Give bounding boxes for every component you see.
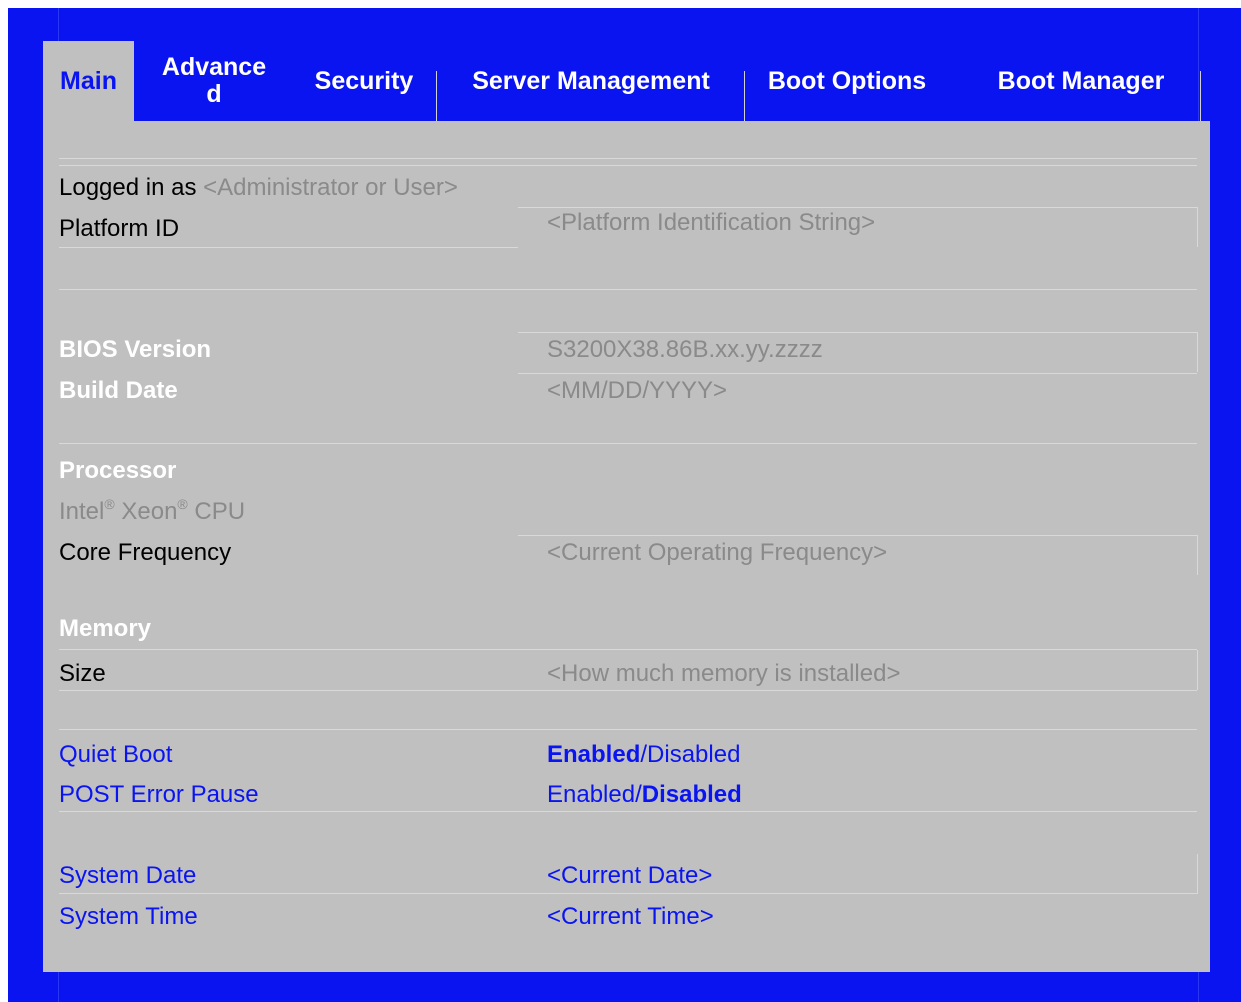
bios-frame: Main Advance d Security Server Managemen… bbox=[8, 8, 1241, 1002]
quiet-boot-row[interactable]: Quiet Boot Enabled/Disabled bbox=[59, 737, 1199, 773]
cpu-model-part: Intel bbox=[59, 498, 105, 525]
platform-id-row: Platform ID <Platform Identification Str… bbox=[59, 209, 1199, 247]
memory-size-label: Size bbox=[59, 660, 106, 687]
memory-size-value: <How much memory is installed> bbox=[547, 660, 901, 687]
cpu-model-part: CPU bbox=[187, 498, 246, 525]
divider bbox=[59, 729, 1197, 730]
core-frequency-row: Core Frequency <Current Operating Freque… bbox=[59, 535, 1199, 571]
tab-boot-manager[interactable]: Boot Manager bbox=[968, 41, 1194, 121]
system-time-label[interactable]: System Time bbox=[59, 899, 198, 935]
bios-version-value: S3200X38.86B.xx.yy.zzzz bbox=[547, 336, 823, 363]
build-date-row: Build Date <MM/DD/YYYY> bbox=[59, 373, 1199, 409]
tab-server-management[interactable]: Server Management bbox=[444, 41, 738, 121]
divider bbox=[59, 247, 518, 248]
quiet-boot-enabled-option[interactable]: Enabled bbox=[547, 741, 640, 768]
tab-security-label: Security bbox=[314, 66, 414, 95]
post-error-pause-row[interactable]: POST Error Pause Enabled/Disabled bbox=[59, 777, 1199, 813]
quiet-boot-label[interactable]: Quiet Boot bbox=[59, 737, 172, 773]
logged-in-row: Logged in as <Administrator or User> bbox=[59, 170, 1199, 206]
platform-id-label: Platform ID bbox=[59, 215, 180, 242]
cpu-model: Intel® Xeon® CPU bbox=[59, 494, 245, 530]
build-date-label: Build Date bbox=[59, 377, 178, 404]
platform-id-value: <Platform Identification String> bbox=[547, 209, 876, 236]
system-time-row[interactable]: System Time <Current Time> bbox=[59, 899, 1199, 935]
tab-server-management-label: Server Management bbox=[472, 66, 710, 95]
tab-advanced-label: Advance d bbox=[161, 53, 267, 108]
cpu-model-row: Intel® Xeon® CPU bbox=[59, 494, 1199, 530]
bios-version-row: BIOS Version S3200X38.86B.xx.yy.zzzz bbox=[59, 332, 1199, 368]
system-time-value[interactable]: <Current Time> bbox=[547, 899, 714, 935]
logged-in-label: Logged in as <Administrator or User> bbox=[59, 170, 458, 206]
bios-version-label: BIOS Version bbox=[59, 336, 212, 363]
tab-boot-options-label: Boot Options bbox=[767, 66, 927, 95]
tab-advanced[interactable]: Advance d bbox=[154, 41, 274, 121]
main-panel: Logged in as <Administrator or User> Pla… bbox=[43, 121, 1210, 972]
option-separator: / bbox=[635, 781, 642, 808]
memory-heading-row: Memory bbox=[59, 611, 1199, 647]
core-frequency-value: <Current Operating Frequency> bbox=[547, 539, 888, 566]
cpu-model-part: Xeon bbox=[114, 498, 178, 525]
divider bbox=[59, 443, 1197, 444]
system-date-value[interactable]: <Current Date> bbox=[547, 858, 712, 894]
tab-security[interactable]: Security bbox=[294, 41, 434, 121]
tab-separator bbox=[1200, 71, 1201, 121]
memory-size-row: Size <How much memory is installed> bbox=[59, 656, 1199, 692]
logged-in-label-text: Logged in as bbox=[59, 174, 197, 201]
tab-main-label: Main bbox=[60, 66, 117, 95]
tab-boot-options[interactable]: Boot Options bbox=[748, 41, 946, 121]
logged-in-value: <Administrator or User> bbox=[203, 174, 458, 201]
tab-separator bbox=[436, 71, 437, 121]
processor-heading: Processor bbox=[59, 457, 177, 484]
tab-main[interactable]: Main bbox=[43, 41, 134, 121]
divider bbox=[59, 649, 1197, 650]
registered-mark: ® bbox=[177, 496, 188, 512]
tab-separator bbox=[744, 71, 745, 121]
registered-mark: ® bbox=[104, 496, 115, 512]
post-error-pause-label[interactable]: POST Error Pause bbox=[59, 777, 259, 813]
memory-heading: Memory bbox=[59, 615, 152, 642]
post-error-pause-disabled-option[interactable]: Disabled bbox=[642, 781, 742, 808]
build-date-value: <MM/DD/YYYY> bbox=[547, 377, 728, 404]
system-date-label[interactable]: System Date bbox=[59, 858, 196, 894]
system-date-row[interactable]: System Date <Current Date> bbox=[59, 858, 1199, 894]
core-frequency-label: Core Frequency bbox=[59, 539, 232, 566]
tab-boot-manager-label: Boot Manager bbox=[997, 66, 1165, 95]
quiet-boot-options[interactable]: Enabled/Disabled bbox=[547, 737, 740, 773]
post-error-pause-options[interactable]: Enabled/Disabled bbox=[547, 777, 742, 813]
divider bbox=[59, 158, 1197, 159]
tab-bar: Main Advance d Security Server Managemen… bbox=[8, 41, 1241, 121]
divider bbox=[59, 165, 1197, 166]
post-error-pause-enabled-option[interactable]: Enabled bbox=[547, 781, 635, 808]
processor-heading-row: Processor bbox=[59, 453, 1199, 489]
quiet-boot-disabled-option[interactable]: Disabled bbox=[647, 741, 740, 768]
divider bbox=[59, 289, 1197, 290]
